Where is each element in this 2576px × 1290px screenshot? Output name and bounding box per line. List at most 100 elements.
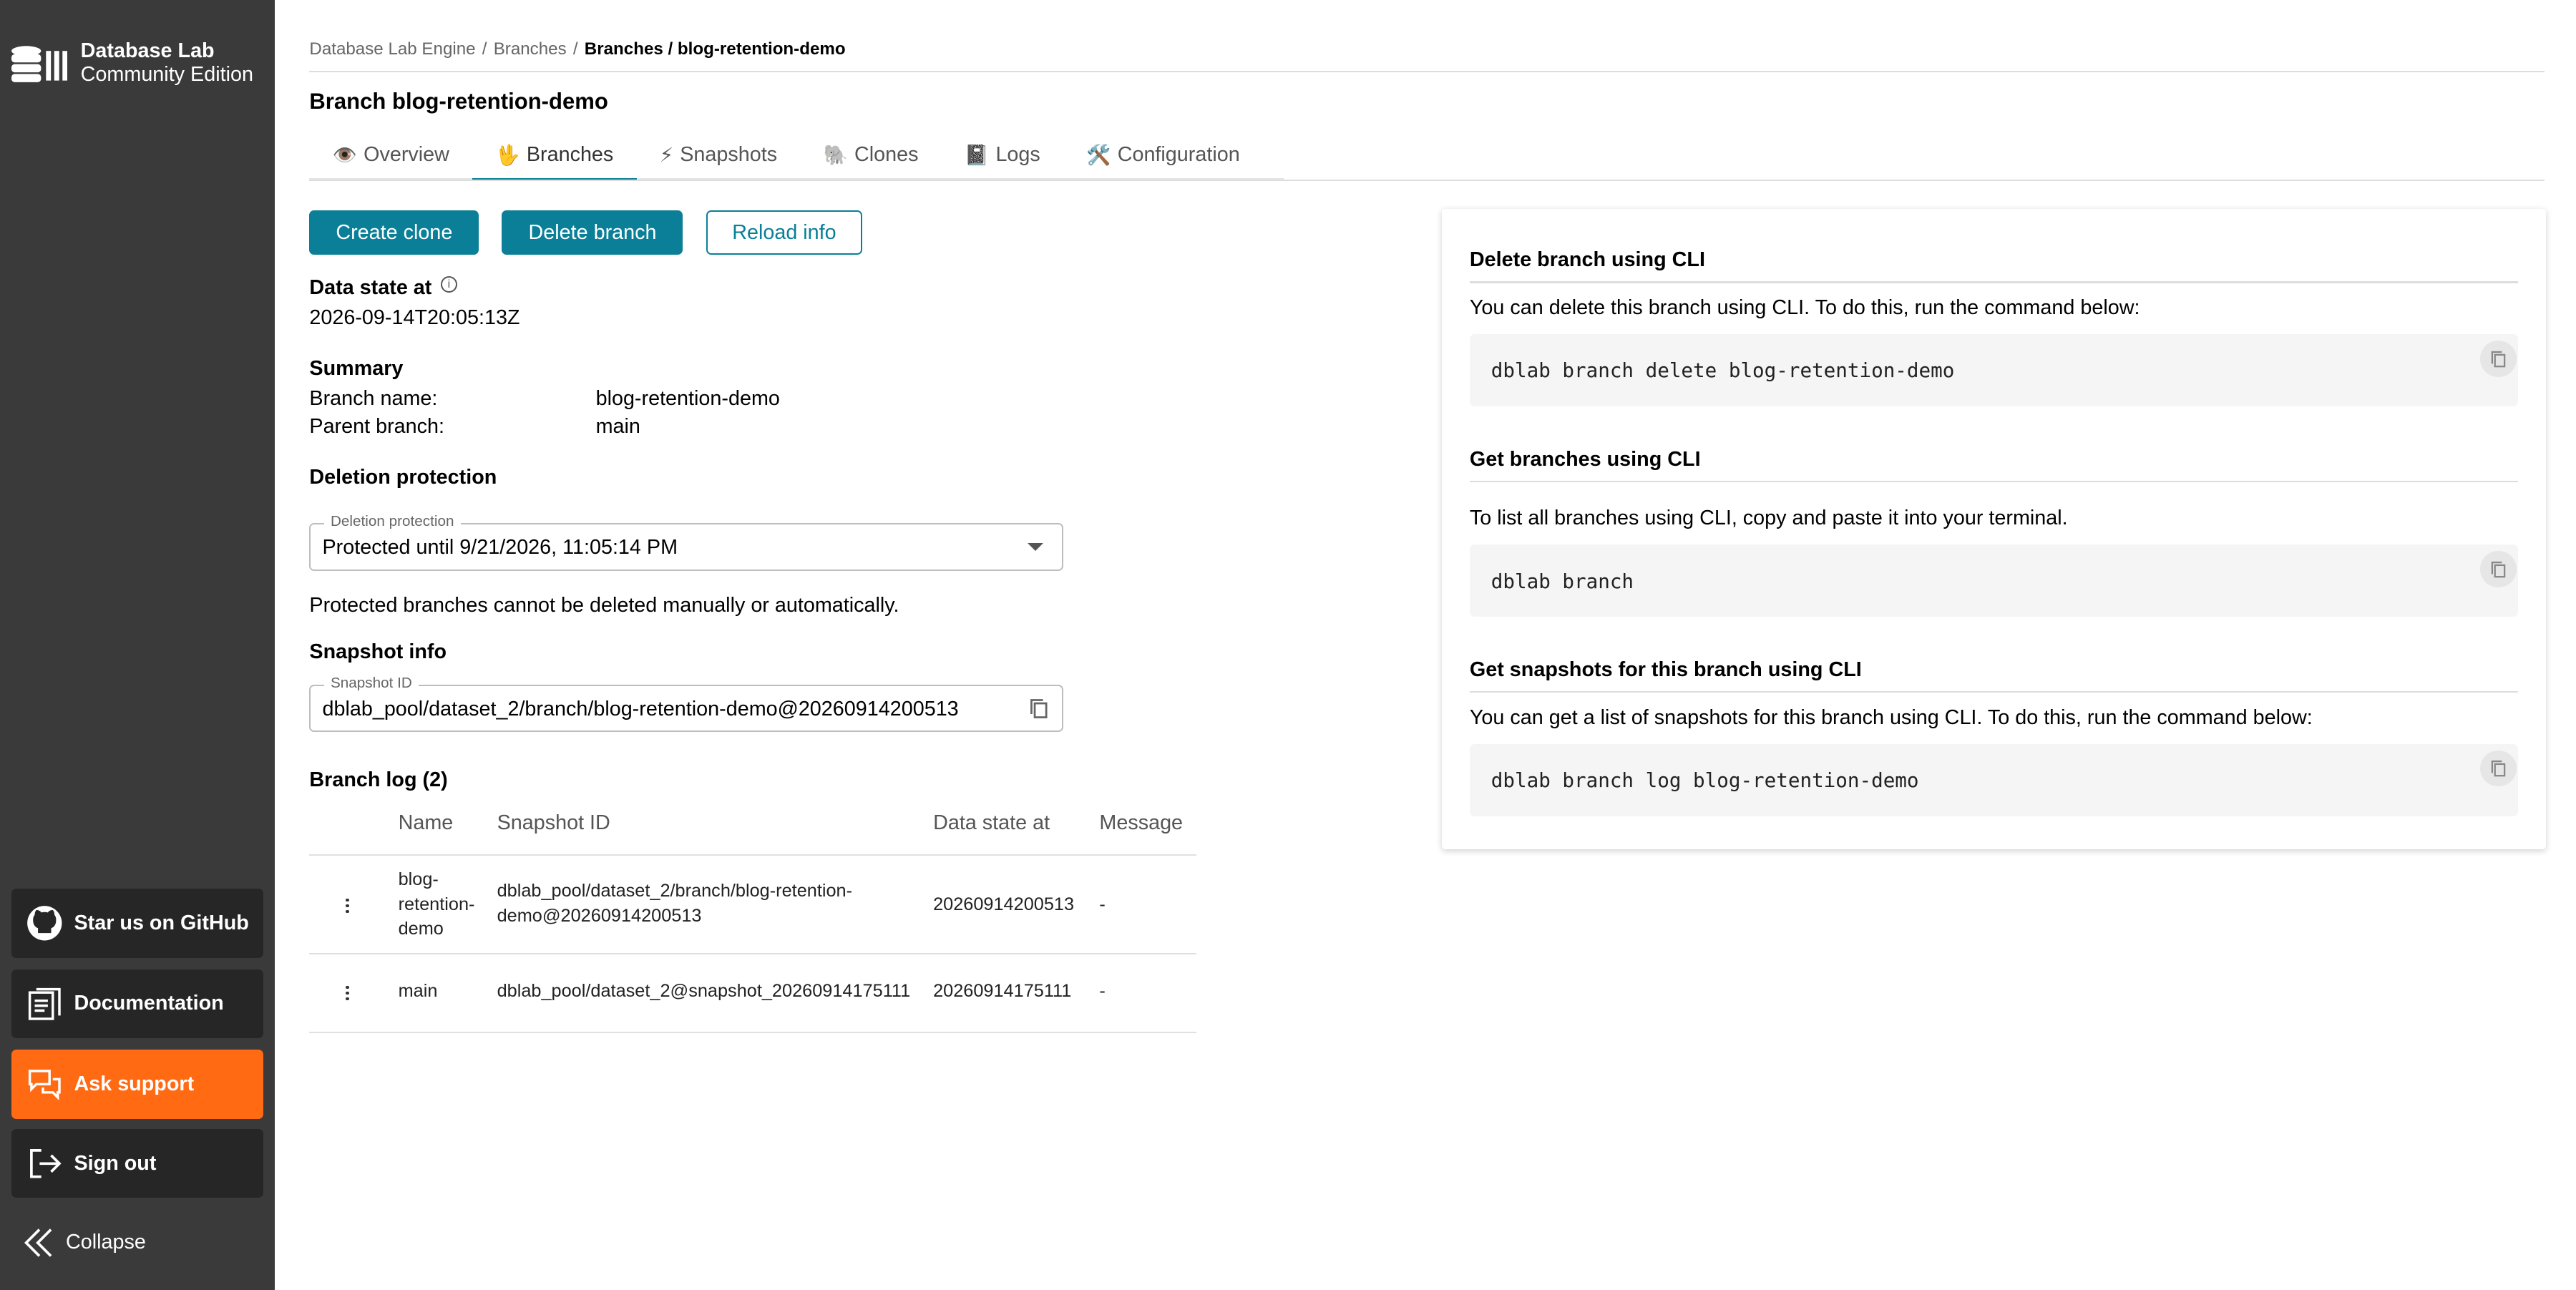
delete-cli-code-block: dblab branch delete blog-retention-demo — [1469, 333, 2518, 407]
row-snapshot-line: dblab_pool/dataset_2/branch/blog-retenti… — [497, 881, 853, 901]
delete-cli-command[interactable]: dblab branch delete blog-retention-demo — [1491, 358, 1955, 382]
breadcrumb-separator: / — [572, 39, 578, 59]
row-snapshot-id: dblab_pool/dataset_2/branch/blog-retenti… — [497, 879, 852, 928]
tab-label: Configuration — [1117, 142, 1240, 166]
snapshots-cli-title: Get snapshots for this branch using CLI — [1469, 658, 1862, 681]
eye-icon: 👁️ — [332, 143, 357, 166]
tab-bar: 👁️ Overview 🖖 Branches ⚡ Snapshots 🐘 Clones … — [309, 132, 1284, 181]
copy-button[interactable] — [2480, 341, 2517, 377]
collapse-label: Collapse — [65, 1231, 146, 1254]
sign-out-label: Sign out — [74, 1151, 157, 1175]
column-header-snapshot-id: Snapshot ID — [497, 811, 610, 834]
row-name: blog- retention- demo — [399, 867, 475, 942]
breadcrumb: Database Lab Engine / Branches / Branches / … — [309, 39, 845, 59]
database-lab-logo-icon — [11, 46, 68, 82]
delete-cli-description: You can delete this branch using CLI. To… — [1469, 295, 2140, 319]
delete-branch-button[interactable]: Delete branch — [502, 210, 683, 255]
breadcrumb-root[interactable]: Database Lab Engine — [309, 39, 475, 59]
divider — [1469, 690, 2518, 693]
divider — [309, 179, 2545, 181]
list-cli-title: Get branches using CLI — [1469, 447, 1701, 471]
snapshot-id-field[interactable]: Snapshot ID dblab_pool/dataset_2/branch/… — [309, 674, 1063, 733]
breadcrumb-current: Branches / blog-retention-demo — [584, 39, 846, 59]
divider — [309, 854, 1197, 856]
info-icon[interactable]: i — [440, 276, 457, 293]
divider — [309, 952, 1197, 954]
tab-logs[interactable]: 📓 Logs — [942, 132, 1063, 177]
copy-button[interactable] — [2480, 750, 2517, 787]
snapshot-info-title: Snapshot info — [309, 640, 447, 663]
summary-title: Summary — [309, 357, 404, 381]
tab-label: Clones — [854, 142, 919, 166]
row-snapshot-id: dblab_pool/dataset_2@snapshot_2026091417… — [497, 979, 911, 1004]
copy-icon — [2491, 562, 2506, 578]
brand-title: Database Lab — [80, 39, 215, 63]
star-github-button[interactable]: Star us on GitHub — [11, 889, 263, 958]
tools-icon: 🛠️ — [1086, 143, 1111, 166]
elephant-icon: 🐘 — [823, 143, 848, 166]
data-state-label-text: Data state at — [309, 276, 432, 300]
cli-panel: Delete branch using CLI You can delete t… — [1441, 209, 2547, 849]
vulcan-hand-icon: 🖖 — [495, 144, 520, 166]
divider — [1469, 281, 2518, 283]
parent-branch-value: main — [595, 414, 640, 438]
column-header-data-state: Data state at — [933, 811, 1050, 834]
snapshots-cli-code-block: dblab branch log blog-retention-demo — [1469, 743, 2518, 816]
row-snapshot-line: demo@20260914200513 — [497, 905, 702, 926]
column-header-message: Message — [1099, 811, 1184, 834]
deletion-protection-select[interactable]: Deletion protection Protected until 9/21… — [309, 513, 1063, 572]
row-name-line: main — [398, 981, 438, 1002]
collapse-button[interactable]: Collapse — [23, 1226, 146, 1259]
field-label: Snapshot ID — [323, 674, 419, 692]
row-message: - — [1099, 894, 1106, 914]
snapshot-id-value: dblab_pool/dataset_2/branch/blog-retenti… — [322, 697, 959, 720]
tab-label: Branches — [526, 143, 614, 166]
row-name-line: retention- — [398, 894, 475, 914]
tab-snapshots[interactable]: ⚡ Snapshots — [637, 132, 801, 177]
tab-clones[interactable]: 🐘 Clones — [800, 132, 941, 177]
deletion-protection-value: Protected until 9/21/2026, 11:05:14 PM — [322, 536, 678, 560]
documentation-button[interactable]: Documentation — [11, 969, 263, 1039]
snapshots-cli-description: You can get a list of snapshots for this… — [1469, 705, 2313, 729]
row-data-state: 20260914200513 — [933, 894, 1075, 914]
ask-support-label: Ask support — [74, 1072, 195, 1096]
row-name-line: demo — [398, 919, 444, 939]
tab-label: Snapshots — [680, 142, 778, 166]
sidebar: Database Lab Community Edition Star us o… — [0, 0, 275, 1290]
lightning-icon: ⚡ — [659, 143, 674, 166]
row-message: - — [1099, 981, 1106, 1002]
ask-support-button[interactable]: Ask support — [11, 1050, 263, 1119]
list-cli-command[interactable]: dblab branch — [1491, 570, 1634, 593]
tab-branches[interactable]: 🖖 Branches — [472, 132, 637, 181]
brand[interactable]: Database Lab Community Edition — [11, 39, 253, 94]
divider — [1469, 480, 2518, 482]
tab-configuration[interactable]: 🛠️ Configuration — [1063, 132, 1263, 177]
copy-button[interactable] — [2480, 551, 2517, 588]
breadcrumb-branches[interactable]: Branches — [494, 39, 567, 59]
create-clone-button[interactable]: Create clone — [309, 210, 479, 255]
tab-label: Logs — [995, 142, 1040, 166]
reload-info-button[interactable]: Reload info — [706, 210, 863, 255]
dropdown-caret-icon — [1028, 542, 1044, 551]
copy-icon — [2491, 761, 2506, 777]
row-data-state: 20260914175111 — [933, 981, 1072, 1002]
row-menu-icon[interactable] — [345, 898, 351, 916]
star-github-label: Star us on GitHub — [74, 911, 249, 934]
data-state-label: Data state at i — [309, 276, 457, 300]
delete-cli-title: Delete branch using CLI — [1469, 248, 1705, 272]
field-label: Deletion protection — [323, 513, 461, 531]
sign-out-button[interactable]: Sign out — [11, 1128, 263, 1198]
list-cli-code-block: dblab branch — [1469, 544, 2518, 617]
notebook-icon: 📓 — [964, 143, 990, 166]
breadcrumb-separator: / — [482, 39, 487, 59]
tab-label: Overview — [364, 142, 449, 166]
documentation-label: Documentation — [74, 992, 224, 1015]
row-menu-icon[interactable] — [345, 985, 351, 1003]
divider — [309, 70, 2545, 73]
tab-overview[interactable]: 👁️ Overview — [309, 132, 472, 177]
snapshots-cli-command[interactable]: dblab branch log blog-retention-demo — [1491, 768, 1919, 792]
divider — [309, 1032, 1197, 1034]
sign-out-icon — [24, 1144, 64, 1183]
copy-icon[interactable] — [1029, 698, 1049, 719]
page-title: Branch blog-retention-demo — [309, 89, 608, 114]
